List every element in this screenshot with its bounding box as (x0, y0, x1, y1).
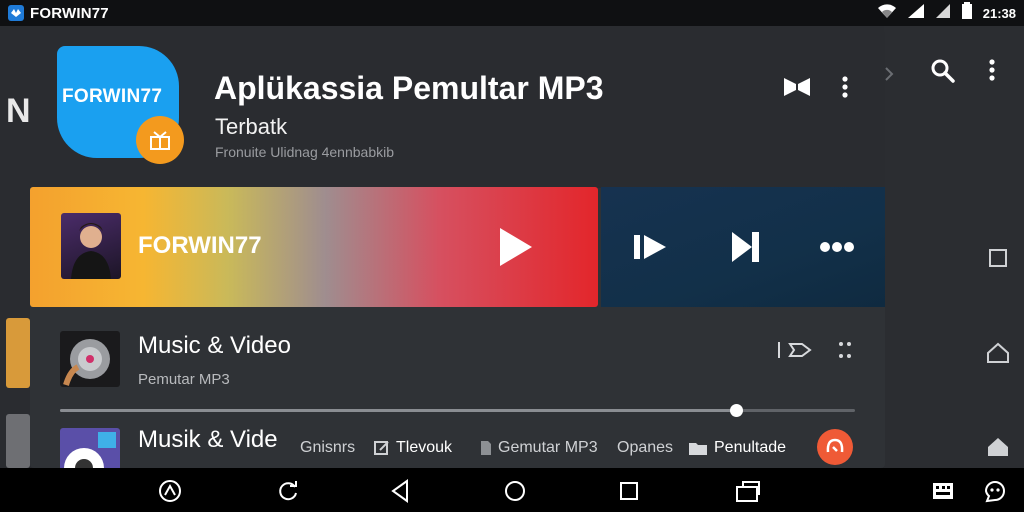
background-partial-text: N (6, 92, 31, 130)
page-subtitle: Terbatk (215, 114, 288, 139)
album-cover (61, 213, 121, 279)
tag-item[interactable]: Gemutar MP3 (480, 439, 598, 457)
screenshot-icon[interactable] (735, 478, 761, 504)
page-description: Fronuite Ulidnag 4ennbabkib (215, 144, 395, 160)
signal-icon (935, 3, 951, 24)
gift-icon (136, 116, 184, 164)
background-thumbnail (6, 318, 30, 388)
feedback-icon[interactable] (982, 478, 1008, 504)
now-playing-title: FORWIN77 (138, 232, 262, 259)
keyboard-icon[interactable] (930, 478, 956, 504)
recents-icon[interactable] (616, 478, 642, 504)
background-thumbnail (6, 414, 30, 468)
seek-bar-thumb[interactable] (729, 404, 743, 417)
folder-icon (689, 443, 707, 455)
list-item-subtitle: Pemutar MP3 (138, 371, 230, 388)
tag-item[interactable]: Tlevouk (374, 439, 452, 457)
tag-label: Gnisnrs (300, 439, 356, 456)
list-item-thumbnail (60, 331, 120, 387)
app-header: FORWIN77 Aplükassia Pemultar MP3 Terbatk… (30, 30, 885, 188)
file-icon (481, 441, 491, 455)
edit-icon (374, 441, 389, 455)
tag-item[interactable]: Opanes (617, 439, 673, 457)
headphones-icon (826, 438, 844, 453)
tag-label: Penultade (714, 439, 787, 456)
tag-item[interactable]: Gnisnrs (300, 439, 355, 457)
refresh-icon[interactable] (275, 478, 301, 504)
more-vert-icon[interactable] (838, 74, 852, 100)
navigation-bar (0, 468, 1024, 512)
tag-label: Gemutar MP3 (498, 439, 598, 456)
logo-text: FORWIN77 (62, 86, 163, 107)
list-item-thumbnail (60, 428, 120, 468)
page-title: Aplükassia Pemultar MP3 (214, 70, 604, 106)
square-icon[interactable] (988, 248, 1008, 268)
assistant-icon[interactable] (157, 478, 183, 504)
seek-bar-fill (60, 409, 736, 412)
more-vert-icon[interactable] (988, 58, 996, 82)
home-filled-icon[interactable] (986, 436, 1010, 456)
status-time: 21:38 (982, 5, 1016, 21)
tag-label: Opanes (617, 439, 674, 456)
list-item-title: Music & Video (138, 332, 291, 359)
search-icon[interactable] (930, 58, 956, 84)
playback-controls (601, 187, 885, 307)
tag-label: Tlevouk (396, 439, 453, 456)
home-icon[interactable] (502, 478, 528, 504)
home-outline-icon[interactable] (986, 342, 1010, 364)
tag-item[interactable]: Penultade (688, 439, 786, 457)
battery-icon (961, 1, 973, 25)
seek-bar[interactable] (60, 404, 855, 417)
now-playing-bar[interactable]: FORWIN77 (30, 187, 598, 307)
skip-icon[interactable] (631, 229, 671, 265)
list-item[interactable]: Music & Video Pemutar MP3 (30, 310, 885, 402)
bookmark-icon[interactable] (780, 74, 814, 100)
back-icon[interactable] (387, 478, 413, 504)
cast-icon[interactable] (776, 338, 816, 362)
status-app-name: FORWIN77 (30, 4, 109, 22)
wifi-icon (877, 3, 897, 24)
list-item-title: Musik & Vide (138, 426, 278, 453)
next-track-icon[interactable] (729, 229, 763, 265)
drag-handle-icon[interactable] (838, 340, 852, 362)
status-bar: FORWIN77 21:38 (0, 0, 1024, 26)
chevron-right-icon (884, 66, 894, 82)
headphones-button[interactable] (817, 429, 853, 465)
app-notification-icon (8, 5, 24, 21)
play-icon[interactable] (496, 225, 536, 269)
more-horiz-icon[interactable] (818, 235, 856, 259)
background-sidebar (884, 26, 1024, 468)
signal-icon (907, 3, 925, 24)
player-card: FORWIN77 Aplükassia Pemultar MP3 Terbatk… (30, 30, 885, 468)
